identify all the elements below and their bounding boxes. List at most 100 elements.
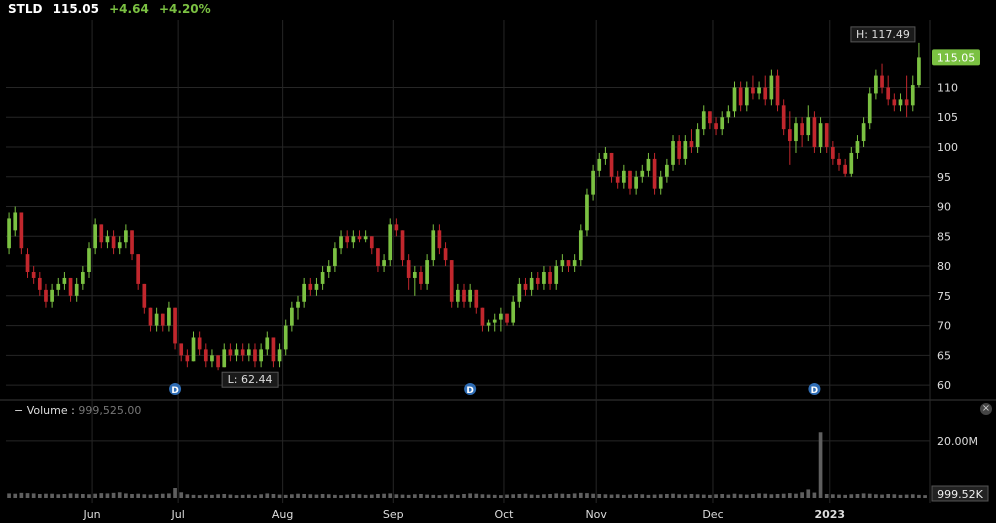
- close-volume-panel-button[interactable]: ×: [980, 403, 992, 415]
- candle-body: [111, 236, 116, 249]
- candle-body: [689, 141, 694, 147]
- volume-bar: [665, 494, 669, 498]
- volume-bar: [898, 494, 903, 498]
- candle-body: [74, 283, 79, 296]
- volume-bar: [81, 494, 85, 498]
- price-tick-label: 100: [937, 141, 958, 154]
- month-label: Oct: [494, 508, 514, 521]
- volume-bar: [382, 493, 386, 498]
- volume-bar: [628, 494, 632, 498]
- volume-label: Volume: [26, 404, 68, 417]
- volume-bar: [578, 492, 583, 498]
- volume-bar: [738, 494, 743, 498]
- candle-body: [628, 170, 632, 189]
- volume-bar: [867, 493, 872, 498]
- candle-body: [443, 248, 448, 261]
- volume-bar: [769, 494, 774, 498]
- volume-bar: [744, 494, 749, 498]
- volume-bar: [419, 494, 423, 498]
- candle-body: [474, 289, 479, 308]
- candle-body: [62, 277, 67, 284]
- candle-body: [265, 337, 270, 350]
- volume-bar: [240, 494, 245, 498]
- candle-body: [714, 123, 718, 130]
- volume-bar: [87, 494, 91, 498]
- candle-body: [437, 230, 442, 249]
- candle-body: [787, 129, 792, 142]
- collapse-volume-toggle[interactable]: −: [14, 404, 23, 417]
- candle-body: [683, 141, 688, 159]
- candle-body: [431, 230, 436, 261]
- candle-body: [320, 272, 325, 284]
- candle-body: [345, 236, 350, 243]
- volume-bar: [542, 494, 546, 498]
- candle-body: [105, 236, 110, 243]
- candle-body: [486, 322, 491, 326]
- candle-body: [216, 355, 220, 368]
- candle-body: [615, 176, 620, 183]
- candle-body: [253, 349, 257, 362]
- volume-bar: [253, 495, 257, 498]
- candle-body: [376, 248, 380, 267]
- candle-body: [271, 337, 276, 362]
- candle-body: [806, 117, 811, 136]
- candle-body: [585, 194, 589, 231]
- stock-chart[interactable]: 60 65 70 75 80 85 90 95 100 105 110 Jun Jul Aug Sep Oct…: [0, 0, 996, 523]
- volume-bar: [425, 494, 429, 498]
- candle-body: [560, 260, 565, 267]
- candle-body: [462, 289, 466, 302]
- candle-body: [566, 260, 571, 267]
- candle-body: [769, 75, 774, 100]
- volume-bar: [357, 494, 362, 498]
- volume-bar: [56, 494, 61, 498]
- volume-bar: [560, 493, 565, 498]
- candle-body: [917, 57, 921, 86]
- volume-tick-label: 20.00M: [937, 435, 978, 448]
- month-label: Dec: [702, 508, 723, 521]
- candle-body: [609, 152, 614, 177]
- candle-body: [757, 87, 761, 94]
- candle-body: [904, 99, 909, 106]
- candle-body: [136, 254, 141, 284]
- volume-bar: [886, 494, 891, 498]
- candle-body: [167, 307, 171, 326]
- candle-body: [634, 176, 638, 189]
- volume-bar: [19, 492, 24, 498]
- price-tick-label: 70: [937, 320, 951, 333]
- volume-bar: [658, 494, 663, 498]
- volume-bar: [824, 494, 829, 498]
- price-tick-label: 80: [937, 260, 951, 273]
- volume-bar: [609, 494, 614, 498]
- volume-bar: [376, 494, 380, 498]
- candle-body: [861, 123, 866, 142]
- volume-bar: [320, 494, 325, 498]
- volume-bar: [74, 493, 79, 498]
- volume-bar: [910, 494, 915, 498]
- volume-bar: [523, 493, 528, 498]
- candle-body: [529, 277, 534, 290]
- month-label: Jul: [170, 508, 184, 521]
- candle-body: [738, 87, 743, 106]
- volume-bar: [388, 493, 393, 498]
- candle-body: [400, 230, 405, 261]
- candle-body: [812, 117, 817, 147]
- candle-body: [246, 349, 251, 356]
- candle-body: [277, 349, 282, 362]
- candle-body: [31, 272, 36, 278]
- volume-bar: [849, 494, 854, 498]
- volume-bar: [308, 494, 313, 498]
- volume-bar: [462, 494, 466, 498]
- volume-bar: [277, 494, 282, 498]
- month-label: Jun: [82, 508, 100, 521]
- volume-bar: [93, 493, 97, 498]
- volume-bar: [37, 494, 42, 498]
- candle-body: [701, 111, 706, 130]
- candle-body: [824, 123, 829, 147]
- candle-body: [751, 87, 755, 94]
- candle-body: [308, 283, 313, 290]
- volume-bar: [757, 493, 761, 498]
- volume-bar: [831, 494, 835, 498]
- volume-bar: [468, 493, 472, 498]
- volume-bar: [68, 493, 73, 498]
- price-tick-label: 110: [937, 81, 958, 94]
